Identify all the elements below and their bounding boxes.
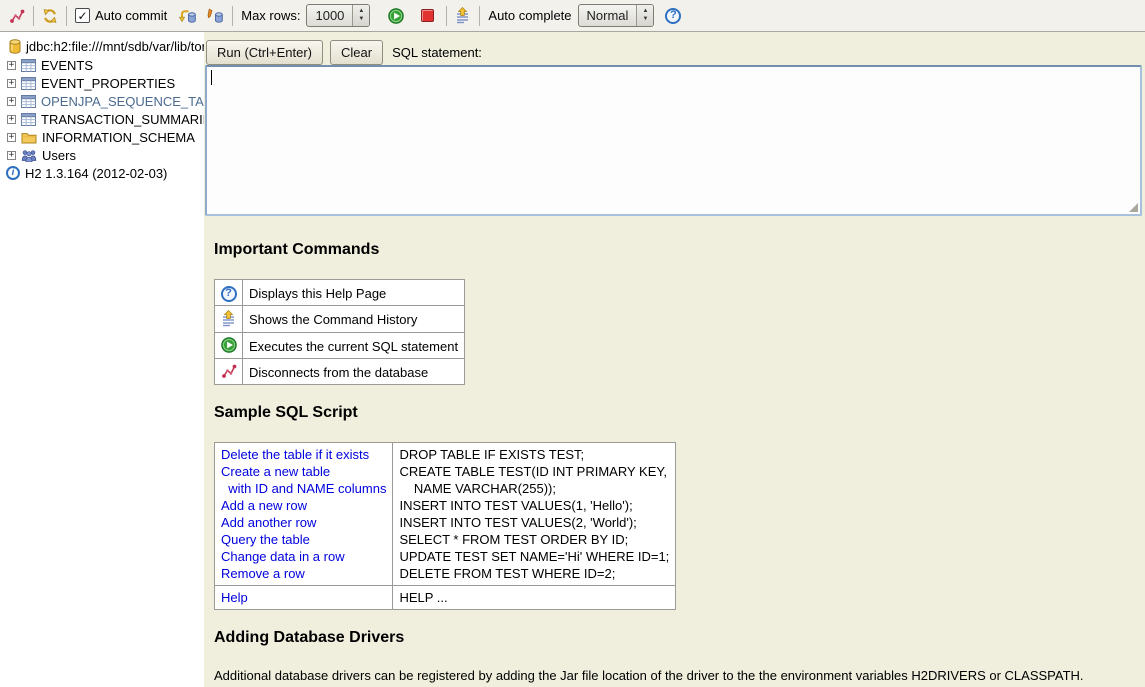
expand-icon[interactable]: + bbox=[7, 133, 16, 142]
disconnect-icon bbox=[221, 363, 237, 379]
spinner-arrows-icon: ▲▼ bbox=[352, 5, 369, 26]
sample-sql-script-title: Sample SQL Script bbox=[214, 404, 1145, 422]
commit-icon[interactable] bbox=[179, 8, 197, 24]
run-icon bbox=[221, 337, 237, 353]
adding-drivers-title: Adding Database Drivers bbox=[214, 629, 1145, 647]
resize-handle-icon[interactable] bbox=[1129, 203, 1138, 212]
clear-button[interactable]: Clear bbox=[330, 40, 383, 65]
table-row: Shows the Command History bbox=[215, 306, 465, 333]
toolbar-separator bbox=[33, 6, 34, 26]
text-caret bbox=[211, 70, 212, 85]
history-icon[interactable] bbox=[455, 7, 471, 24]
info-icon: i bbox=[6, 166, 20, 180]
table-icon bbox=[21, 95, 36, 108]
sql-input[interactable] bbox=[205, 65, 1142, 216]
sample-sql-table: Delete the table if it exists Create a n… bbox=[214, 442, 676, 610]
important-commands-table: ? Displays this Help Page Shows the Comm… bbox=[214, 279, 465, 385]
sample-sql-line: NAME VARCHAR(255)); bbox=[399, 480, 669, 497]
tree-item-version: i H2 1.3.164 (2012-02-03) bbox=[0, 164, 204, 182]
folder-icon bbox=[21, 131, 37, 144]
users-icon bbox=[21, 149, 37, 162]
tree-item-users[interactable]: + Users bbox=[0, 146, 204, 164]
database-tree: jdbc:h2:file:///mnt/sdb/var/lib/tomc + E… bbox=[0, 32, 204, 687]
sample-link-query-table[interactable]: Query the table bbox=[221, 531, 386, 548]
auto-complete-label: Auto complete bbox=[488, 8, 571, 23]
auto-commit-label: Auto commit bbox=[95, 8, 167, 23]
toolbar-separator bbox=[446, 6, 447, 26]
tree-item-openjpa-sequence-table[interactable]: + OPENJPA_SEQUENCE_TABLE bbox=[0, 92, 204, 110]
max-rows-select[interactable]: 1000 ▲▼ bbox=[306, 4, 370, 27]
expand-icon[interactable]: + bbox=[7, 115, 16, 124]
sample-link-change-data[interactable]: Change data in a row bbox=[221, 548, 386, 565]
rollback-icon[interactable] bbox=[206, 8, 224, 24]
sample-link-delete-table[interactable]: Delete the table if it exists bbox=[221, 446, 386, 463]
table-row: Delete the table if it exists Create a n… bbox=[215, 443, 676, 586]
refresh-icon[interactable] bbox=[42, 8, 58, 24]
auto-commit-checkbox[interactable]: ✓ bbox=[75, 8, 90, 23]
expand-icon[interactable]: + bbox=[7, 79, 16, 88]
sample-sql-line: INSERT INTO TEST VALUES(2, 'World'); bbox=[399, 514, 669, 531]
table-icon bbox=[21, 59, 36, 72]
sample-sql-line: INSERT INTO TEST VALUES(1, 'Hello'); bbox=[399, 497, 669, 514]
stop-icon[interactable] bbox=[421, 9, 434, 22]
tree-item-connection[interactable]: jdbc:h2:file:///mnt/sdb/var/lib/tomc bbox=[0, 37, 204, 56]
adding-drivers-text: Additional database drivers can be regis… bbox=[214, 667, 1102, 687]
sample-link-remove-row[interactable]: Remove a row bbox=[221, 565, 386, 582]
sample-link-create-table[interactable]: Create a new table bbox=[221, 463, 386, 480]
run-icon[interactable] bbox=[388, 8, 404, 24]
help-icon: ? bbox=[221, 286, 237, 302]
tree-item-event-properties[interactable]: + EVENT_PROPERTIES bbox=[0, 74, 204, 92]
toolbar-separator bbox=[479, 6, 480, 26]
sample-link-add-another-row[interactable]: Add another row bbox=[221, 514, 386, 531]
connection-url: jdbc:h2:file:///mnt/sdb/var/lib/tomc bbox=[26, 39, 204, 54]
table-row: ? Displays this Help Page bbox=[215, 280, 465, 306]
tree-item-transaction-summaries[interactable]: + TRANSACTION_SUMMARIES bbox=[0, 110, 204, 128]
sample-sql-line: SELECT * FROM TEST ORDER BY ID; bbox=[399, 531, 669, 548]
table-row: Executes the current SQL statement bbox=[215, 333, 465, 359]
tree-item-information-schema[interactable]: + INFORMATION_SCHEMA bbox=[0, 128, 204, 146]
sample-sql-line: DELETE FROM TEST WHERE ID=2; bbox=[399, 565, 669, 582]
expand-icon[interactable]: + bbox=[7, 61, 16, 70]
sample-sql-line: DROP TABLE IF EXISTS TEST; bbox=[399, 446, 669, 463]
max-rows-label: Max rows: bbox=[241, 8, 300, 23]
toolbar-separator bbox=[232, 6, 233, 26]
max-rows-value: 1000 bbox=[307, 5, 352, 26]
run-button[interactable]: Run (Ctrl+Enter) bbox=[206, 40, 323, 65]
database-icon bbox=[9, 39, 21, 54]
spinner-arrows-icon: ▲▼ bbox=[636, 5, 653, 26]
tree-item-events[interactable]: + EVENTS bbox=[0, 56, 204, 74]
sample-sql-line: CREATE TABLE TEST(ID INT PRIMARY KEY, bbox=[399, 463, 669, 480]
table-icon bbox=[21, 77, 36, 90]
toolbar-separator bbox=[66, 6, 67, 26]
sample-link-create-table-cont[interactable]: with ID and NAME columns bbox=[221, 480, 386, 497]
table-row: Help HELP ... bbox=[215, 586, 676, 610]
sample-sql-line: UPDATE TEST SET NAME='Hi' WHERE ID=1; bbox=[399, 548, 669, 565]
query-panel: Run (Ctrl+Enter) Clear SQL statement: bbox=[204, 32, 1145, 222]
help-panel: Important Commands ? Displays this Help … bbox=[204, 222, 1145, 687]
sql-statement-label: SQL statement: bbox=[392, 45, 482, 60]
expand-icon[interactable]: + bbox=[7, 97, 16, 106]
toolbar: ✓ Auto commit Max rows: 1000 ▲▼ Auto com… bbox=[0, 0, 1145, 32]
auto-complete-select[interactable]: Normal ▲▼ bbox=[578, 4, 655, 27]
expand-icon[interactable]: + bbox=[7, 151, 16, 160]
db-version-label: H2 1.3.164 (2012-02-03) bbox=[25, 166, 167, 181]
help-icon[interactable]: ? bbox=[665, 8, 681, 24]
sample-link-help[interactable]: Help bbox=[221, 589, 386, 606]
history-icon bbox=[221, 310, 237, 327]
auto-complete-value: Normal bbox=[579, 5, 637, 26]
disconnect-icon[interactable] bbox=[9, 8, 25, 24]
table-row: Disconnects from the database bbox=[215, 359, 465, 385]
sample-sql-line: HELP ... bbox=[399, 589, 669, 606]
important-commands-title: Important Commands bbox=[214, 241, 1145, 259]
query-button-row: Run (Ctrl+Enter) Clear SQL statement: bbox=[204, 32, 1145, 65]
sql-editor bbox=[205, 65, 1142, 216]
table-icon bbox=[21, 113, 36, 126]
sample-link-add-row[interactable]: Add a new row bbox=[221, 497, 386, 514]
